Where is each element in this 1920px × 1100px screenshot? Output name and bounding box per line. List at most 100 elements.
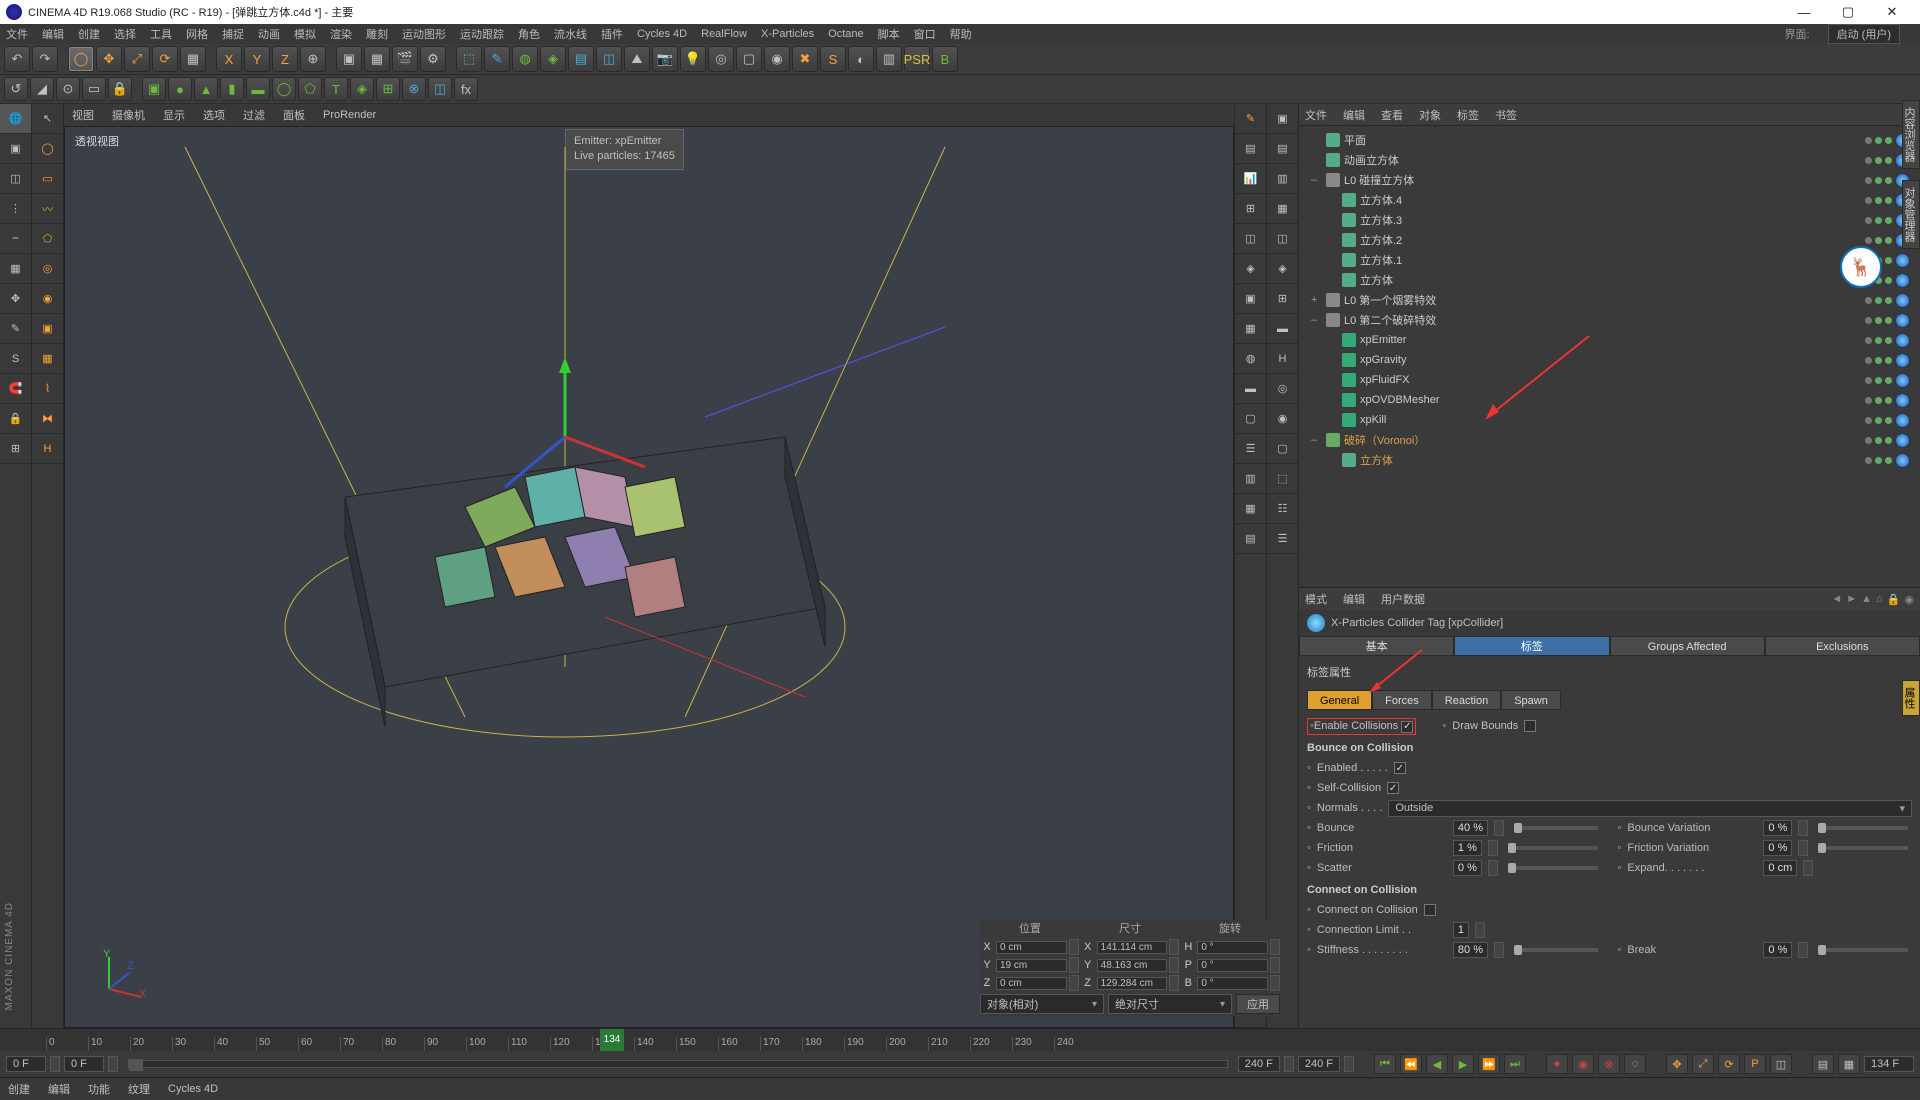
object-row[interactable]: xpGravity xyxy=(1301,350,1918,370)
add-environment[interactable]: ⛰ xyxy=(624,46,650,72)
friction-spinner[interactable] xyxy=(1488,840,1498,856)
menu-plugins[interactable]: 插件 xyxy=(601,26,623,42)
break-slider[interactable] xyxy=(1818,948,1908,952)
vs-j-icon[interactable]: ◎ xyxy=(1267,374,1298,404)
psr-button[interactable]: PSR xyxy=(904,46,930,72)
frictionvar-field[interactable]: 0 % xyxy=(1763,840,1792,856)
plane-icon[interactable]: ▬ xyxy=(246,77,270,101)
locked-button[interactable]: 🔒 xyxy=(108,77,132,101)
edge-mode[interactable]: ⎯ xyxy=(0,224,31,254)
scatter-slider[interactable] xyxy=(1508,866,1598,870)
selfcol-checkbox[interactable] xyxy=(1387,782,1399,794)
menu-help[interactable]: 帮助 xyxy=(950,26,972,42)
current-start-spinner[interactable] xyxy=(108,1056,118,1072)
menu-file[interactable]: 文件 xyxy=(6,26,28,42)
view-b-icon[interactable]: ▦ xyxy=(1235,494,1266,524)
outline-select[interactable]: ▣ xyxy=(32,314,63,344)
annotate-icon[interactable]: ▤ xyxy=(1235,134,1266,164)
key-pos-button[interactable]: ✥ xyxy=(1666,1054,1688,1074)
stats-icon[interactable]: 📊 xyxy=(1235,164,1266,194)
perspective-viewport[interactable]: 透视视图 Emitter: xpEmitter Live particles: … xyxy=(64,126,1234,1028)
move-tool[interactable]: ✥ xyxy=(96,46,122,72)
menu-edit[interactable]: 编辑 xyxy=(42,26,64,42)
menu-create[interactable]: 创建 xyxy=(78,26,100,42)
menu-cycles4d[interactable]: Cycles 4D xyxy=(637,28,687,40)
add-primitive[interactable]: ⬚ xyxy=(456,46,482,72)
objtab-objects[interactable]: 对象 xyxy=(1419,107,1441,123)
view-a-icon[interactable]: ▥ xyxy=(1235,464,1266,494)
rot-field[interactable]: 0 ° xyxy=(1197,977,1268,990)
lasttool[interactable]: ▦ xyxy=(180,46,206,72)
stiffness-spinner[interactable] xyxy=(1494,942,1504,958)
apply-button[interactable]: 应用 xyxy=(1236,994,1280,1014)
vmenu-display[interactable]: 显示 xyxy=(163,107,185,123)
rf-button[interactable]: ◐ xyxy=(848,46,874,72)
menu-realflow[interactable]: RealFlow xyxy=(701,28,747,40)
cyl-icon[interactable]: ▮ xyxy=(220,77,244,101)
coord-sys[interactable]: ⊕ xyxy=(300,46,326,72)
playhead[interactable]: 134 xyxy=(600,1029,624,1051)
rotate-tool[interactable]: ⟳ xyxy=(152,46,178,72)
vs-e-icon[interactable]: ◫ xyxy=(1267,224,1298,254)
attr-subtab-reaction[interactable]: Reaction xyxy=(1432,690,1501,710)
connect-icon[interactable]: ⊗ xyxy=(402,77,426,101)
torus-icon[interactable]: ◯ xyxy=(272,77,296,101)
axis-x[interactable]: X xyxy=(216,46,242,72)
wireframe-icon[interactable]: ⊞ xyxy=(1235,194,1266,224)
object-row[interactable]: xpEmitter xyxy=(1301,330,1918,350)
preview-button[interactable]: ▢ xyxy=(736,46,762,72)
key-rot-button[interactable]: ⟳ xyxy=(1718,1054,1740,1074)
objtab-edit[interactable]: 编辑 xyxy=(1343,107,1365,123)
nav-pin-icon[interactable]: ◉ xyxy=(1904,593,1914,606)
vs-l-icon[interactable]: ▢ xyxy=(1267,434,1298,464)
current-end-spinner[interactable] xyxy=(1284,1056,1294,1072)
friction-slider[interactable] xyxy=(1508,846,1598,850)
object-row[interactable]: xpFluidFX xyxy=(1301,370,1918,390)
menu-tracker[interactable]: 运动跟踪 xyxy=(460,26,504,42)
play-button[interactable]: ▶ xyxy=(1452,1054,1474,1074)
scatter-field[interactable]: 0 % xyxy=(1453,860,1482,876)
vs-i-icon[interactable]: H xyxy=(1267,344,1298,374)
vs-c-icon[interactable]: ▥ xyxy=(1267,164,1298,194)
bouncevar-field[interactable]: 0 % xyxy=(1763,820,1792,836)
autokey-button[interactable]: ◉ xyxy=(1572,1054,1594,1074)
axis-mode[interactable]: ✥ xyxy=(0,284,31,314)
coord-mode-dropdown[interactable]: 对象(相对) xyxy=(980,994,1104,1014)
nav-fwd-icon[interactable]: ► xyxy=(1846,593,1857,606)
render-view[interactable]: ▣ xyxy=(336,46,362,72)
friction-field[interactable]: 1 % xyxy=(1453,840,1482,856)
close-button[interactable]: ✕ xyxy=(1870,0,1914,24)
undo-button[interactable]: ↶ xyxy=(4,46,30,72)
object-row[interactable]: 立方体.1 xyxy=(1301,250,1918,270)
vs-o-icon[interactable]: ☰ xyxy=(1267,524,1298,554)
object-row[interactable]: 平面 xyxy=(1301,130,1918,150)
octane-button[interactable]: ◉ xyxy=(764,46,790,72)
attr-tab-groups[interactable]: Groups Affected xyxy=(1610,636,1765,656)
bounce-spinner[interactable] xyxy=(1494,820,1504,836)
vmenu-options[interactable]: 选项 xyxy=(203,107,225,123)
isoline-icon[interactable]: ◫ xyxy=(1235,224,1266,254)
magnet-mode[interactable]: 🧲 xyxy=(0,374,31,404)
bouncevar-slider[interactable] xyxy=(1818,826,1908,830)
enable-collisions-checkbox[interactable] xyxy=(1401,721,1413,733)
sphere-icon[interactable]: ● xyxy=(168,77,192,101)
pos-field[interactable]: 19 cm xyxy=(996,959,1067,972)
ring-select[interactable]: ◉ xyxy=(32,284,63,314)
add-light[interactable]: 💡 xyxy=(680,46,706,72)
goto-start-button[interactable]: ⏮ xyxy=(1374,1054,1396,1074)
size-field[interactable]: 141.114 cm xyxy=(1097,941,1168,954)
tl-opt-b[interactable]: ▦ xyxy=(1838,1054,1860,1074)
attr-menu-userdata[interactable]: 用户数据 xyxy=(1381,591,1425,607)
vs-k-icon[interactable]: ◉ xyxy=(1267,404,1298,434)
workplane-button[interactable]: ▭ xyxy=(82,77,106,101)
hiddenline-icon[interactable]: ▬ xyxy=(1235,374,1266,404)
range-start[interactable]: 0 F xyxy=(6,1056,46,1072)
cursor-icon[interactable]: ↖ xyxy=(32,104,63,134)
rect-select[interactable]: ▭ xyxy=(32,164,63,194)
render-pv[interactable]: 🎬 xyxy=(392,46,418,72)
texture-mode[interactable]: ▣ xyxy=(0,134,31,164)
path-select[interactable]: ⌇ xyxy=(32,374,63,404)
keyall-button[interactable]: ⊗ xyxy=(1598,1054,1620,1074)
object-row[interactable]: 立方体.4 xyxy=(1301,190,1918,210)
frictionvar-slider[interactable] xyxy=(1818,846,1908,850)
